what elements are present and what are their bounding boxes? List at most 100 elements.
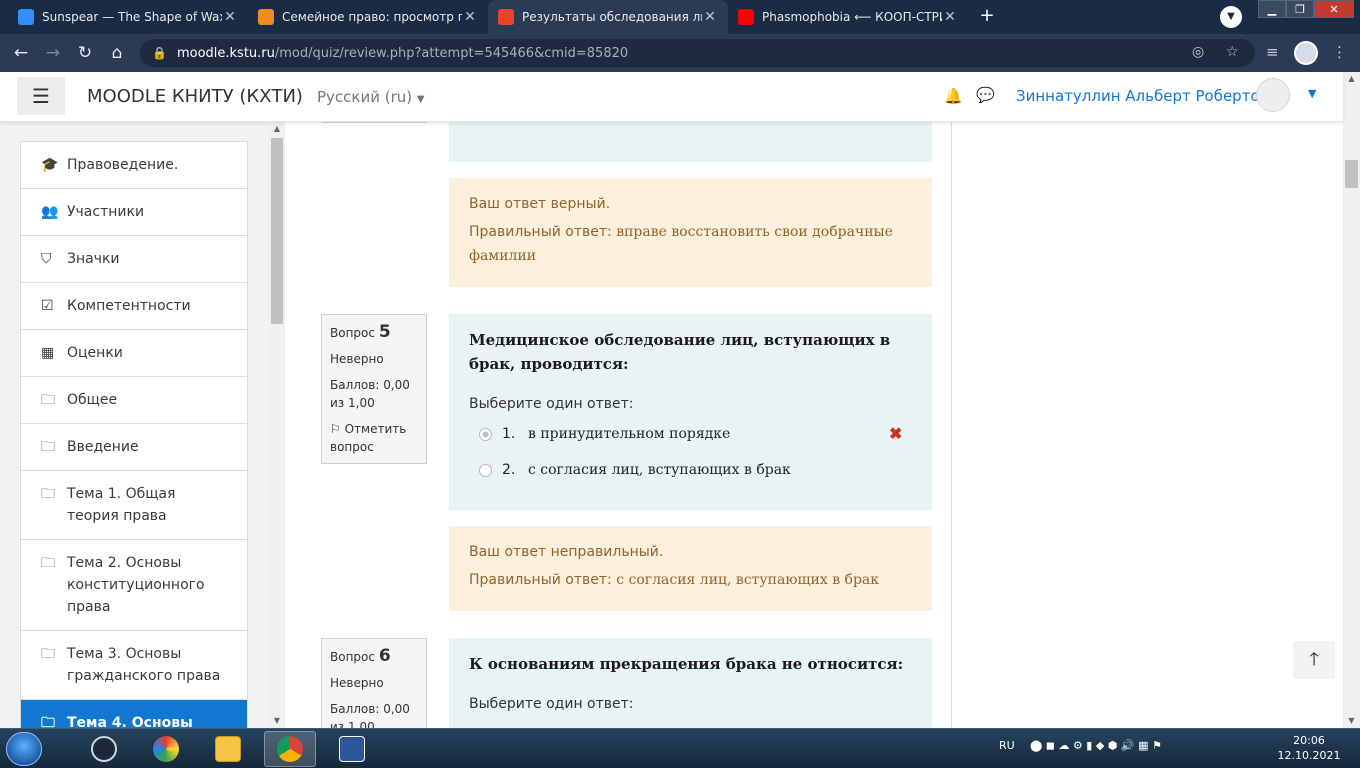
drawer-item-intro[interactable]: 🗀 Введение [21,424,247,471]
tab-close-icon[interactable]: ✕ [702,9,718,25]
drawer-item-grades[interactable]: ▦ Оценки [21,330,247,377]
feedback-text: Ваш ответ верный. [469,196,611,212]
drawer-item-topic-4[interactable]: 🗀 Тема 4. Основы [21,700,247,728]
tab-favicon-icon [258,9,274,25]
minimize-icon[interactable]: ▁ [1258,0,1286,18]
input-language[interactable]: RU [999,739,1015,752]
back-icon[interactable]: ← [10,42,32,64]
flag-icon: ⚐ [330,422,341,436]
lock-icon[interactable]: 🔒 [152,46,167,60]
star-icon[interactable]: ☆ [1226,44,1239,60]
taskbar-app-chrome[interactable] [264,731,316,767]
tab-search-icon[interactable]: ▼ [1220,6,1242,28]
browser-tab-active[interactable]: Результаты обследования лица, в ✕ [488,0,728,34]
drawer-item-course[interactable]: 🎓 Правоведение. [21,142,247,189]
drawer-item-label: Оценки [67,345,123,361]
scroll-down-icon[interactable]: ▼ [1343,714,1360,728]
flag-question-link[interactable]: ⚐ Отметить вопрос [330,420,418,456]
drawer-list: 🎓 Правоведение. 👥 Участники ⛉ Значки ☑ Компе… [20,141,248,728]
language-menu[interactable]: Русский (ru) ▼ [317,88,425,106]
system-clock[interactable]: 20:06 12.10.2021 [1274,733,1344,763]
question-text: К основаниям прекращения брака не относи… [469,655,904,673]
question-formulation: К основаниям прекращения брака не относи… [449,638,932,728]
answer-option[interactable]: 2. с согласия лиц, вступающих в брак [469,456,912,484]
answer-prompt: Выберите один ответ: [469,696,634,712]
tab-close-icon[interactable]: ✕ [222,9,238,25]
page-scrollbar-thumb[interactable] [1345,160,1358,188]
answer-radio[interactable] [479,463,492,477]
url-host: moodle.kstu.ru [176,45,275,61]
question-info-prev [321,122,427,123]
scroll-up-icon[interactable]: ▲ [1343,72,1360,86]
check-square-icon: ☑ [41,298,54,314]
chat-icon[interactable]: 💬 [976,86,995,104]
taskbar-app-explorer[interactable] [202,731,254,767]
scroll-up-icon[interactable]: ▲ [269,122,285,136]
taskbar-app-paint[interactable] [140,731,192,767]
tab-favicon-icon [738,9,754,25]
restore-icon[interactable]: ❐ [1286,0,1314,18]
answer-text: в принудительном порядке [528,426,731,442]
menu-icon[interactable]: ⋮ [1332,43,1347,61]
home-icon[interactable]: ⌂ [106,42,128,64]
tab-title: Результаты обследования лица, в [522,10,702,24]
drawer-item-topic-3[interactable]: 🗀 Тема 3. Основы гражданского права [21,631,247,700]
drawer-item-label: Общее [67,392,118,408]
browser-tab[interactable]: Sunspear — The Shape of Wax ✕ [8,0,248,34]
user-name[interactable]: Зиннатуллин Альберт Робертович [1016,87,1287,105]
tab-title: Phasmophobia ⟵ КООП-СТРИМ [762,10,942,24]
drawer-scrollbar[interactable]: ▲ ▼ [269,122,285,728]
folder-icon: 🗀 [41,646,55,662]
close-window-icon[interactable]: ✕ [1314,0,1354,18]
site-brand[interactable]: MOODLE КНИТУ (КХТИ) [87,86,303,107]
question-state: Неверно [330,352,384,366]
tab-favicon-icon [18,9,34,25]
question-label: Вопрос [330,650,375,664]
drawer-item-label: Тема 4. Основы [67,715,193,728]
os-taskbar: RU ⬤ ◼ ☁ ⚙ ▮ ◆ ⬢ 🔊 ▦ ⚑ 20:06 12.10.2021 [0,728,1360,768]
drawer-item-label: Компетентности [67,298,191,314]
start-button[interactable] [6,732,42,766]
tab-close-icon[interactable]: ✕ [462,9,478,25]
profile-icon[interactable] [1294,41,1318,65]
chevron-down-icon[interactable]: ▼ [1308,87,1316,100]
drawer-item-topic-2[interactable]: 🗀 Тема 2. Основы конституционного права [21,540,247,631]
avatar[interactable] [1256,78,1290,112]
folder-icon: 🗀 [41,486,55,502]
new-tab-icon[interactable]: + [976,6,998,28]
answer-radio[interactable] [479,427,492,441]
tab-close-icon[interactable]: ✕ [942,9,958,25]
tab-title: Семейное право: просмотр попы [282,10,462,24]
playlist-icon[interactable]: ≡ [1266,43,1279,61]
tab-favicon-icon [498,9,514,25]
back-to-top-button[interactable]: 🡑 [1293,641,1335,679]
tray-icons[interactable]: ⬤ ◼ ☁ ⚙ ▮ ◆ ⬢ 🔊 ▦ ⚑ [1030,739,1162,752]
drawer-item-badges[interactable]: ⛉ Значки [21,236,247,283]
browser-tab[interactable]: Phasmophobia ⟵ КООП-СТРИМ ✕ [728,0,968,34]
eye-off-icon[interactable]: ◎ [1192,44,1204,60]
users-icon: 👥 [41,204,59,220]
taskbar-app-steam[interactable] [78,731,130,767]
forward-icon[interactable]: → [42,42,64,64]
page-scrollbar[interactable]: ▲ ▼ [1343,72,1360,728]
question-number: 6 [378,646,391,666]
answer-option[interactable]: 1. в принудительном порядке ✖ [469,420,912,448]
bell-icon[interactable]: 🔔 [944,87,963,105]
drawer-item-label: Правоведение. [67,157,179,173]
drawer-item-participants[interactable]: 👥 Участники [21,189,247,236]
drawer-item-general[interactable]: 🗀 Общее [21,377,247,424]
drawer-scrollbar-thumb[interactable] [271,138,283,324]
drawer-toggle-button[interactable]: ☰ [17,77,65,115]
question-number: 5 [378,322,391,342]
arrow-up-icon: 🡑 [1309,649,1319,670]
browser-tab[interactable]: Семейное право: просмотр попы ✕ [248,0,488,34]
browser-toolbar: ← → ↻ ⌂ 🔒 moodle.kstu.ru/mod/quiz/review… [0,34,1360,72]
drawer-item-competencies[interactable]: ☑ Компетентности [21,283,247,330]
scroll-down-icon[interactable]: ▼ [269,714,285,728]
taskbar-app-word[interactable] [326,731,378,767]
reload-icon[interactable]: ↻ [74,42,96,64]
question-grade: Баллов: 0,00 из 1,00 [330,702,410,728]
folder-icon: 🗀 [41,392,55,408]
address-bar[interactable]: 🔒 moodle.kstu.ru/mod/quiz/review.php?att… [140,39,1255,67]
drawer-item-topic-1[interactable]: 🗀 Тема 1. Общая теория права [21,471,247,540]
